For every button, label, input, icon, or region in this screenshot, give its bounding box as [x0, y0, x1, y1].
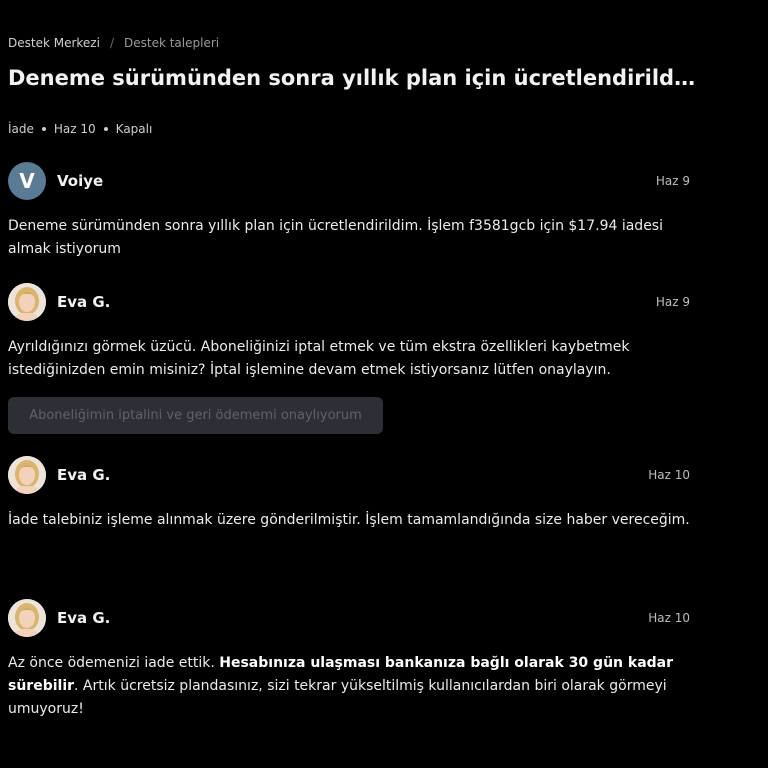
message-date: Haz 10: [648, 468, 690, 482]
message-header: Eva G. Haz 9: [8, 283, 690, 321]
avatar-initial: V: [19, 169, 35, 193]
message-body: Deneme sürümünden sonra yıllık plan için…: [8, 218, 663, 257]
confirm-cancellation-button[interactable]: Aboneliğimin iptalini ve geri ödememi on…: [8, 397, 383, 434]
message-header: Eva G. Haz 10: [8, 456, 690, 494]
breadcrumb-tickets-link[interactable]: Destek talepleri: [124, 36, 219, 50]
message-author: Eva G.: [57, 466, 111, 484]
message-date: Haz 9: [655, 174, 690, 188]
ticket-status: Kapalı: [115, 122, 153, 136]
breadcrumb-home-link[interactable]: Destek Merkezi: [8, 36, 100, 50]
woman-portrait-avatar-icon: [8, 283, 46, 321]
breadcrumb-separator: /: [109, 36, 114, 50]
message-author: Voiye: [57, 172, 104, 190]
message-author: Eva G.: [57, 609, 111, 627]
support-ticket-page: Destek Merkezi / Destek talepleri Deneme…: [0, 0, 768, 768]
meta-separator-dot: [41, 127, 46, 131]
message-header: Eva G. Haz 10: [8, 599, 690, 637]
message-header: V Voiye Haz 9: [8, 162, 690, 200]
ticket-meta: İade Haz 10 Kapalı: [8, 122, 152, 136]
breadcrumb: Destek Merkezi / Destek talepleri: [8, 36, 219, 50]
user-avatar: V: [8, 162, 46, 200]
message-date: Haz 9: [655, 295, 690, 309]
woman-portrait-avatar-icon: [8, 599, 46, 637]
ticket-date: Haz 10: [53, 122, 96, 136]
page-title: Deneme sürümünden sonra yıllık plan için…: [8, 66, 698, 90]
message-body: Az önce ödemenizi iade ettik. Hesabınıza…: [8, 652, 708, 721]
meta-separator-dot: [103, 127, 108, 131]
message-author: Eva G.: [57, 293, 111, 311]
message-body-text: . Artık ücretsiz plandasınız, sizi tekra…: [8, 678, 667, 717]
message-body: İade talebiniz işleme alınmak üzere gönd…: [8, 512, 690, 528]
ticket-category: İade: [8, 122, 34, 136]
woman-portrait-avatar-icon: [8, 456, 46, 494]
message-body: Ayrıldığınızı görmek üzücü. Aboneliğiniz…: [8, 339, 630, 378]
message-body-text: Az önce ödemenizi iade ettik.: [8, 655, 220, 671]
message-date: Haz 10: [648, 611, 690, 625]
